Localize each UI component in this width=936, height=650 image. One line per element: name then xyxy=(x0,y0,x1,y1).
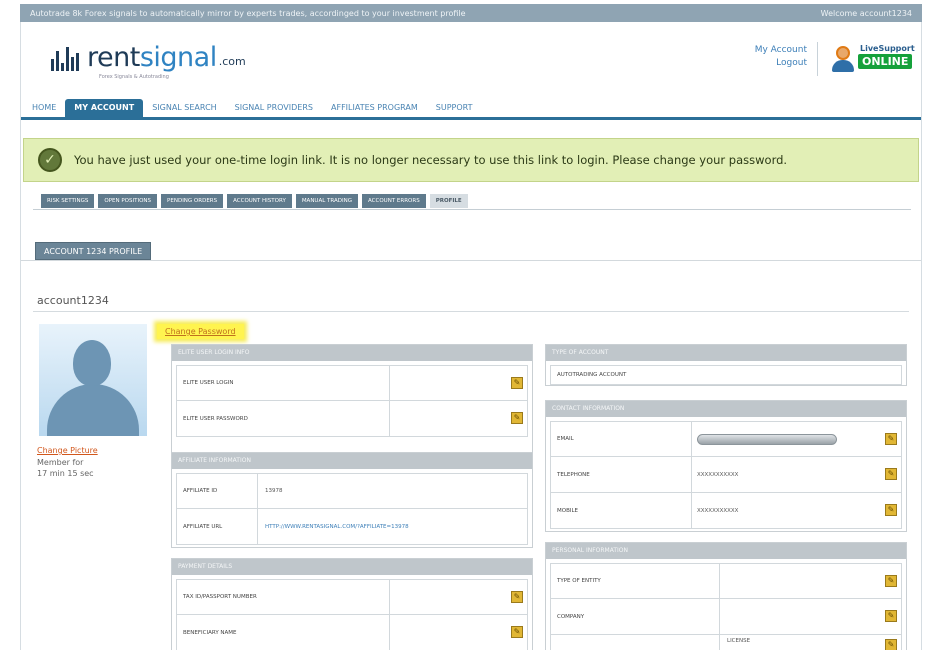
edit-pencil-icon[interactable]: ✎ xyxy=(885,610,897,622)
entity-type-row: TYPE OF ENTITY ✎ xyxy=(550,563,902,599)
license-row: LICENSE ✎ xyxy=(550,635,902,650)
notice-message: You have just used your one-time login l… xyxy=(74,153,788,167)
field-label: ELITE USER LOGIN xyxy=(183,380,234,386)
my-account-link[interactable]: My Account xyxy=(741,44,807,57)
elite-user-password-row: ELITE USER PASSWORD ✎ xyxy=(176,401,528,437)
logo-wordmark: rentsignal xyxy=(87,42,217,73)
edit-pencil-icon[interactable]: ✎ xyxy=(885,504,897,516)
account-type-value: AUTOTRADING ACCOUNT xyxy=(557,372,627,378)
tax-id-row: TAX ID/PASSPORT NUMBER ✎ xyxy=(176,579,528,615)
personal-title: PERSONAL INFORMATION xyxy=(546,543,906,559)
elite-login-section: ELITE USER LOGIN INFO ELITE USER LOGIN ✎… xyxy=(171,344,533,462)
member-for-value: 17 min 15 sec xyxy=(37,469,94,478)
edit-pencil-icon[interactable]: ✎ xyxy=(511,626,523,638)
nav-home[interactable]: HOME xyxy=(23,99,65,117)
welcome-text: Welcome account1234 xyxy=(820,8,912,18)
account-name-divider xyxy=(33,311,909,312)
contact-title: CONTACT INFORMATION xyxy=(546,401,906,417)
account-name: account1234 xyxy=(37,294,109,307)
logo-tld: .com xyxy=(218,55,246,68)
page-shell: rentsignal .com Forex Signals & Autotrad… xyxy=(20,22,922,650)
nav-support[interactable]: SUPPORT xyxy=(427,99,482,117)
header-account-links: My Account Logout xyxy=(741,44,807,70)
avatar xyxy=(39,324,147,436)
account-subtabs: RISK SETTINGS OPEN POSITIONS PENDING ORD… xyxy=(41,194,468,208)
live-support-label: LiveSupport xyxy=(860,44,915,53)
edit-pencil-icon[interactable]: ✎ xyxy=(885,468,897,480)
elite-user-login-row: ELITE USER LOGIN ✎ xyxy=(176,365,528,401)
affiliate-section: AFFILIATE INFORMATION AFFILIATE ID 13978… xyxy=(171,452,533,548)
email-value-redacted xyxy=(697,434,837,445)
contact-section: CONTACT INFORMATION EMAIL ✎ TELEPHONE XX… xyxy=(545,400,907,532)
account-type-row: AUTOTRADING ACCOUNT xyxy=(550,365,902,385)
nav-signal-search[interactable]: SIGNAL SEARCH xyxy=(143,99,225,117)
edit-pencil-icon[interactable]: ✎ xyxy=(511,591,523,603)
field-label: COMPANY xyxy=(557,613,585,620)
mobile-row: MOBILE XXXXXXXXXXX ✎ xyxy=(550,493,902,529)
field-label: AFFILIATE ID xyxy=(183,488,218,494)
edit-pencil-icon[interactable]: ✎ xyxy=(885,575,897,587)
nav-signal-providers[interactable]: SIGNAL PROVIDERS xyxy=(226,99,322,117)
member-for-label: Member for xyxy=(37,458,84,467)
notice-banner: ✓ You have just used your one-time login… xyxy=(23,138,919,182)
profile-section-tab: ACCOUNT 1234 PROFILE xyxy=(35,242,152,260)
main-nav: HOME MY ACCOUNT SIGNAL SEARCH SIGNAL PRO… xyxy=(21,98,921,120)
email-row: EMAIL ✎ xyxy=(550,421,902,457)
tab-risk-settings[interactable]: RISK SETTINGS xyxy=(41,194,95,208)
tab-account-errors[interactable]: ACCOUNT ERRORS xyxy=(362,194,426,208)
license-value: LICENSE xyxy=(727,638,751,644)
banner-text: Autotrade 8k Forex signals to automatica… xyxy=(30,8,466,18)
nav-my-account[interactable]: MY ACCOUNT xyxy=(65,99,144,117)
affiliate-url-link[interactable]: HTTP://WWW.RENTASIGNAL.COM/?AFFILIATE=13… xyxy=(265,524,409,530)
field-label: TYPE OF ENTITY xyxy=(557,578,601,584)
edit-pencil-icon[interactable]: ✎ xyxy=(511,377,523,389)
field-label: AFFILIATE URL xyxy=(183,523,223,530)
tab-account-history[interactable]: ACCOUNT HISTORY xyxy=(227,194,292,208)
avatar-silhouette-icon xyxy=(47,384,139,436)
support-agent-icon xyxy=(830,44,856,72)
beneficiary-name-row: BENEFICIARY NAME ✎ xyxy=(176,615,528,650)
affiliate-id-value: 13978 xyxy=(265,488,283,494)
nav-affiliates-program[interactable]: AFFILIATES PROGRAM xyxy=(322,99,427,117)
telephone-row: TELEPHONE XXXXXXXXXXX ✎ xyxy=(550,457,902,493)
site-logo[interactable]: rentsignal .com Forex Signals & Autotrad… xyxy=(51,42,246,80)
payment-title: PAYMENT DETAILS xyxy=(172,559,532,575)
header-divider xyxy=(817,42,818,76)
member-duration: Member for 17 min 15 sec xyxy=(37,457,94,479)
edit-pencil-icon[interactable]: ✎ xyxy=(511,412,523,424)
mobile-value: XXXXXXXXXXX xyxy=(697,507,739,514)
company-row: COMPANY ✎ xyxy=(550,599,902,635)
change-picture-link[interactable]: Change Picture xyxy=(37,446,98,455)
tab-open-positions[interactable]: OPEN POSITIONS xyxy=(98,194,158,208)
affiliate-id-row: AFFILIATE ID 13978 xyxy=(176,473,528,509)
top-banner: Autotrade 8k Forex signals to automatica… xyxy=(20,4,922,22)
telephone-value: XXXXXXXXXXX xyxy=(697,471,739,478)
live-support-badge[interactable]: LiveSupport ONLINE xyxy=(826,42,918,76)
field-label: TELEPHONE xyxy=(557,471,590,478)
field-label: ELITE USER PASSWORD xyxy=(183,415,248,422)
account-type-section: TYPE OF ACCOUNT AUTOTRADING ACCOUNT xyxy=(545,344,907,386)
edit-pencil-icon[interactable]: ✎ xyxy=(885,433,897,445)
check-circle-icon: ✓ xyxy=(38,148,62,172)
logo-tagline: Forex Signals & Autotrading xyxy=(99,74,169,80)
tab-pending-orders[interactable]: PENDING ORDERS xyxy=(161,194,224,208)
subtab-divider xyxy=(33,209,911,210)
logo-bars-icon xyxy=(51,45,79,71)
tab-manual-trading[interactable]: MANUAL TRADING xyxy=(295,194,358,208)
affiliate-title: AFFILIATE INFORMATION xyxy=(172,453,532,469)
change-password-link[interactable]: Change Password xyxy=(157,324,244,339)
affiliate-url-row: AFFILIATE URL HTTP://WWW.RENTASIGNAL.COM… xyxy=(176,509,528,545)
tab-profile[interactable]: PROFILE xyxy=(429,194,468,208)
elite-login-title: ELITE USER LOGIN INFO xyxy=(172,345,532,361)
field-label: EMAIL xyxy=(557,436,574,442)
field-label: TAX ID/PASSPORT NUMBER xyxy=(183,594,257,600)
field-label: BENEFICIARY NAME xyxy=(183,629,237,636)
account-type-title: TYPE OF ACCOUNT xyxy=(546,345,906,361)
personal-section: PERSONAL INFORMATION TYPE OF ENTITY ✎ CO… xyxy=(545,542,907,650)
edit-pencil-icon[interactable]: ✎ xyxy=(885,639,897,650)
online-status: ONLINE xyxy=(858,54,913,69)
field-label: MOBILE xyxy=(557,507,579,514)
payment-section: PAYMENT DETAILS TAX ID/PASSPORT NUMBER ✎… xyxy=(171,558,533,650)
logout-link[interactable]: Logout xyxy=(741,57,807,70)
